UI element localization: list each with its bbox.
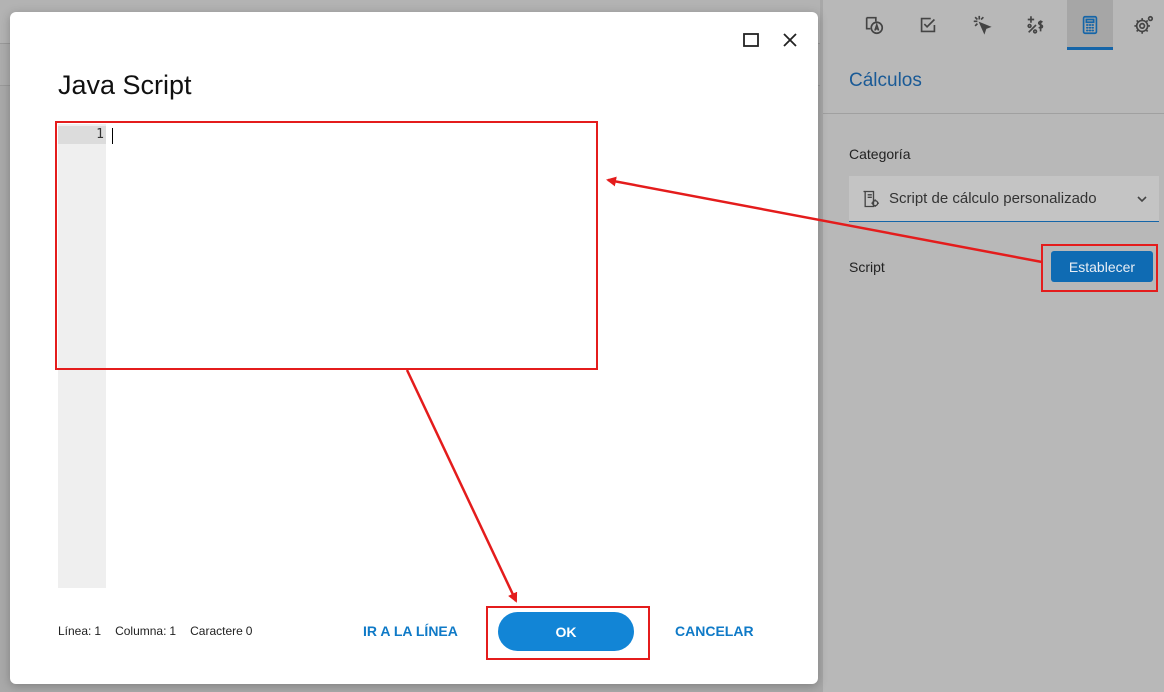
calculate-tool[interactable] <box>1067 0 1113 50</box>
column-status-value: 1 <box>169 624 177 638</box>
category-label: Categoría <box>849 146 911 162</box>
action-tool[interactable] <box>959 0 1005 50</box>
action-icon <box>973 15 992 35</box>
properties-panel: Cálculos Categoría Script de cálculo per… <box>820 0 1164 692</box>
chars-status: Caractere 0 <box>190 624 252 638</box>
status-bar: Línea: 1 Columna: 1 Caractere 0 <box>58 624 252 638</box>
panel-toolbar <box>823 0 1164 50</box>
script-settings-icon <box>863 190 879 207</box>
category-value: Script de cálculo personalizado <box>889 190 1097 207</box>
checkbox-icon <box>920 17 936 33</box>
annotation-editor-highlight <box>55 121 598 370</box>
goto-line-button[interactable]: IR A LA LÍNEA <box>363 623 458 639</box>
settings-icon <box>1134 15 1154 34</box>
annotation-set-button-highlight <box>1041 244 1158 292</box>
chars-status-value: 0 <box>245 624 253 638</box>
line-status-label: Línea: <box>58 624 92 638</box>
category-select[interactable]: Script de cálculo personalizado <box>849 176 1159 222</box>
divider <box>823 113 1164 114</box>
column-status-label: Columna: <box>115 624 167 638</box>
chars-status-label: Caractere <box>190 624 243 638</box>
close-button[interactable] <box>780 30 800 50</box>
panel-title: Cálculos <box>849 70 922 91</box>
format-icon <box>1027 16 1044 34</box>
maximize-icon <box>743 33 759 47</box>
calculator-icon <box>1082 15 1098 35</box>
settings-tool[interactable] <box>1121 0 1164 50</box>
line-status: Línea: 1 <box>58 624 101 638</box>
line-status-value: 1 <box>94 624 102 638</box>
format-tool[interactable] <box>1013 0 1059 50</box>
appearance-icon <box>865 16 884 35</box>
chevron-down-icon <box>1137 195 1147 202</box>
close-icon <box>783 33 797 47</box>
annotation-ok-button-highlight <box>486 606 650 660</box>
maximize-button[interactable] <box>741 30 761 50</box>
column-status: Columna: 1 <box>115 624 176 638</box>
script-label: Script <box>849 259 885 275</box>
appearance-tool[interactable] <box>851 0 897 50</box>
cancel-button[interactable]: CANCELAR <box>675 623 754 639</box>
validation-tool[interactable] <box>905 0 951 50</box>
dialog-title: Java Script <box>58 70 192 100</box>
